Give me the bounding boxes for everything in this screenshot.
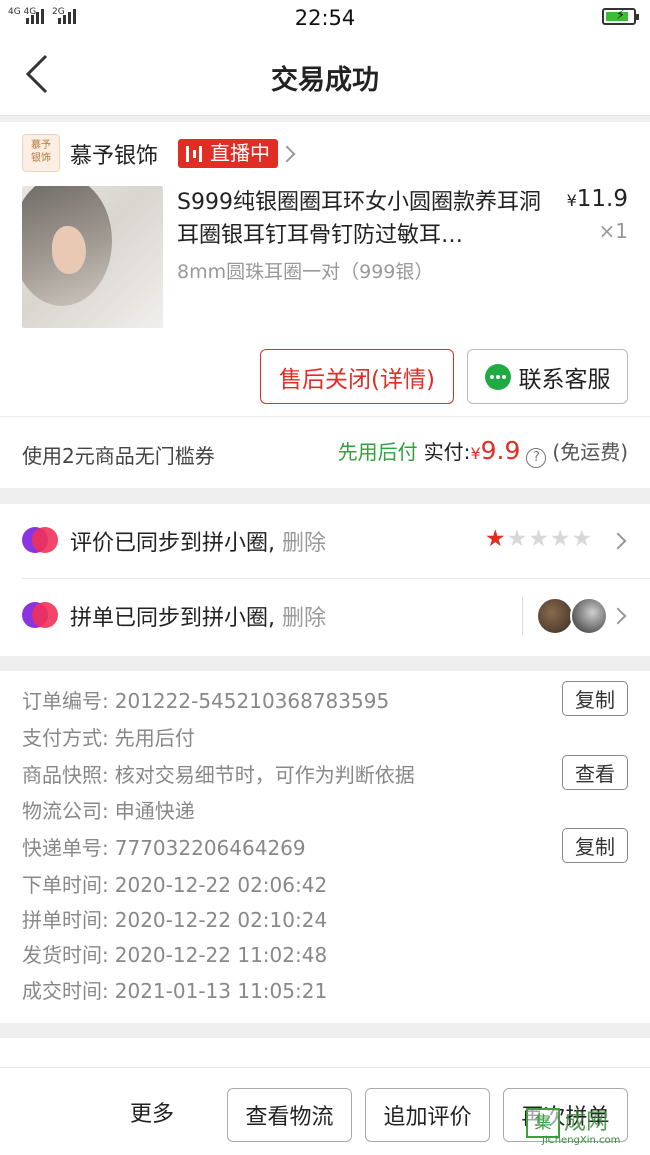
rating-stars: ★ ★ ★ ★ ★	[485, 526, 592, 552]
info-row: 物流公司: 申通快递	[22, 795, 195, 824]
watermark: 集 成网 JiChengXin.com	[526, 1102, 646, 1148]
info-label: 发货时间:	[22, 943, 109, 967]
pinxiaoquan-logo-icon	[22, 602, 58, 628]
more-button[interactable]: 更多	[130, 1096, 174, 1128]
product-spec: 8mm圆珠耳圈一对（999银）	[177, 261, 434, 283]
shop-name[interactable]: 慕予银饰	[70, 138, 158, 170]
info-value: 2020-12-22 11:02:48	[114, 943, 328, 967]
star-icon: ★	[506, 526, 528, 552]
view-logistics-button[interactable]: 查看物流	[227, 1088, 352, 1142]
group-sync-text: 拼单已同步到拼小圈, 删除	[70, 606, 327, 631]
info-value: 777032206464269	[114, 836, 306, 860]
info-row: 快递单号: 777032206464269	[22, 832, 306, 861]
chat-icon	[484, 363, 511, 390]
info-value: 2020-12-22 02:10:24	[114, 908, 328, 932]
info-value: 2020-12-22 02:06:42	[114, 873, 328, 897]
group-delete-link[interactable]: 删除	[282, 606, 326, 631]
info-label: 拼单时间:	[22, 908, 109, 932]
info-label: 订单编号:	[22, 689, 109, 713]
info-label: 物流公司:	[22, 799, 109, 823]
info-row: 下单时间: 2020-12-22 02:06:42	[22, 869, 327, 898]
info-row: 拼单时间: 2020-12-22 02:10:24	[22, 904, 327, 933]
info-label: 成交时间:	[22, 979, 109, 1003]
info-row: 商品快照: 核对交易细节时，可作为判断依据	[22, 759, 415, 788]
paid-amount: ¥9.9	[470, 436, 521, 465]
divider	[522, 597, 523, 635]
review-sync-row[interactable]: 评价已同步到拼小圈, 删除 ★ ★ ★ ★ ★	[0, 504, 650, 579]
group-chevron-icon[interactable]	[609, 607, 627, 625]
payment-summary: 先用后付 实付: ¥9.9 ? (免运费)	[337, 436, 628, 468]
info-value: 201222-545210368783595	[114, 689, 390, 713]
copy-button[interactable]: 复制	[562, 681, 628, 716]
info-label: 支付方式:	[22, 726, 109, 750]
info-value: 申通快递	[114, 799, 195, 823]
star-icon: ★	[485, 526, 506, 552]
divider	[0, 416, 650, 417]
recommendation-strip	[0, 1038, 650, 1068]
info-value: 核对交易细节时，可作为判断依据	[114, 763, 415, 787]
help-icon[interactable]: ?	[526, 448, 547, 468]
live-icon	[186, 145, 204, 162]
review-delete-link[interactable]: 删除	[282, 531, 326, 556]
star-icon: ★	[528, 526, 549, 552]
coupon-text: 使用2元商品无门槛券	[22, 444, 215, 468]
nav-bar: 交易成功	[0, 38, 650, 116]
review-sync-text: 评价已同步到拼小圈, 删除	[70, 531, 327, 556]
after-sale-button[interactable]: 售后关闭(详情)	[260, 349, 454, 404]
info-label: 快递单号:	[22, 836, 109, 860]
avatar[interactable]	[570, 597, 608, 635]
copy-button[interactable]: 复制	[562, 828, 628, 863]
live-badge-label: 直播中	[210, 141, 270, 165]
shop-logo[interactable]: 慕予 银饰	[22, 134, 60, 172]
info-row: 成交时间: 2021-01-13 11:05:21	[22, 975, 327, 1004]
info-value: 2021-01-13 11:05:21	[114, 979, 328, 1003]
order-info-card: 订单编号: 201222-545210368783595 复制 支付方式: 先用后付 商品…	[0, 671, 650, 1023]
clock: 22:54	[294, 6, 356, 30]
status-bar: 4G 4G 2G 22:54 ⚡	[0, 0, 650, 38]
star-icon: ★	[549, 526, 571, 552]
customer-service-label: 联系客服	[518, 366, 611, 393]
review-chevron-icon[interactable]	[609, 532, 627, 550]
group-sync-row[interactable]: 拼单已同步到拼小圈, 删除	[0, 579, 650, 653]
product-image[interactable]	[22, 186, 163, 328]
paid-label: 实付:	[423, 440, 471, 464]
view-snapshot-button[interactable]: 查看	[562, 755, 628, 790]
product-price: ¥11.9	[566, 186, 628, 212]
info-row: 支付方式: 先用后付	[22, 722, 195, 751]
free-shipping-label: (免运费)	[552, 440, 628, 464]
info-row: 订单编号: 201222-545210368783595	[22, 685, 389, 714]
product-name[interactable]: S999纯银圈圈耳环女小圆圈款养耳洞耳圈银耳钉耳骨钉防过敏耳…	[177, 186, 549, 252]
pinxiaoquan-logo-icon	[22, 527, 58, 553]
pay-later-label: 先用后付	[337, 440, 418, 464]
shop-chevron-icon[interactable]	[278, 145, 296, 163]
product-quantity: ×1	[598, 219, 628, 243]
live-badge[interactable]: 直播中	[178, 139, 278, 168]
customer-service-button[interactable]: 联系客服	[467, 349, 628, 404]
info-label: 下单时间:	[22, 873, 109, 897]
star-icon: ★	[571, 526, 593, 552]
sync-card: 评价已同步到拼小圈, 删除 ★ ★ ★ ★ ★ 拼单已同步到拼小圈, 删除	[0, 504, 650, 656]
page-title: 交易成功	[271, 65, 379, 96]
add-review-button[interactable]: 追加评价	[365, 1088, 490, 1142]
battery-icon: ⚡	[602, 8, 639, 25]
order-card: 慕予 银饰 慕予银饰 直播中 S999纯银圈圈耳环女小圆圈款养耳洞耳圈银耳钉耳骨…	[0, 122, 650, 488]
info-value: 先用后付	[114, 726, 195, 750]
avatar[interactable]	[536, 597, 574, 635]
info-row: 发货时间: 2020-12-22 11:02:48	[22, 939, 327, 968]
info-label: 商品快照:	[22, 763, 109, 787]
